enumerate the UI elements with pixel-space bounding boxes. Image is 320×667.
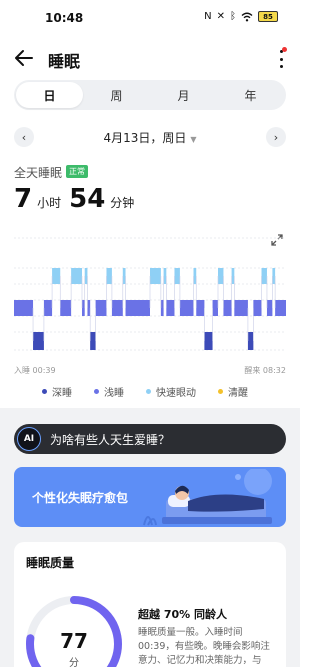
sleep-score-value: 77 [60, 629, 88, 653]
sleep-stage-segment-rem [122, 268, 126, 284]
sleep-start-time: 入睡 00:39 [14, 366, 56, 375]
caret-down-icon: ▼ [190, 135, 197, 144]
status-icons: N ✕ ᛒ 85 [204, 11, 278, 22]
total-sleep-label: 全天睡眠 [14, 166, 63, 180]
sleep-stage-segment-light [87, 300, 91, 316]
sleep-stage-segment-rem [174, 268, 180, 284]
banner-title: 个性化失眠疗愈包 [32, 491, 129, 505]
peer-comparison: 超越 70% 同龄人 [138, 608, 227, 621]
legend-rem-dot [146, 389, 151, 394]
sleep-stage-segment-light [111, 300, 123, 316]
sleep-stage-segment-rem [106, 268, 112, 284]
date-picker[interactable]: 4月13日，周日 ▼ [0, 129, 300, 146]
duration-hours: 7 [14, 184, 33, 214]
legend-deep-dot [42, 389, 47, 394]
sleep-stage-segment-rem [218, 268, 224, 284]
next-day-button[interactable]: › [266, 127, 286, 147]
status-badge: 正常 [66, 165, 88, 178]
ai-question-text: 为啥有些人天生爱睡？ [50, 432, 171, 447]
sleep-stage-segment-light [125, 300, 150, 316]
chart-legend: 深睡 浅睡 快速眼动 清醒 [42, 384, 282, 399]
sleep-score-unit: 分 [69, 658, 79, 667]
legend-awake-dot [218, 389, 223, 394]
sleep-stage-segment-deep [247, 332, 254, 350]
sleep-stage-segment-light [60, 300, 72, 316]
tab-month[interactable]: 月 [150, 82, 217, 108]
legend-awake-label: 清醒 [228, 388, 248, 399]
period-tabs: 日 周 月 年 [14, 80, 286, 110]
sleep-stage-segment-rem [150, 268, 161, 284]
tab-week[interactable]: 周 [83, 82, 150, 108]
sleep-stage-segment-light [82, 300, 85, 316]
chevron-right-icon: › [273, 130, 279, 144]
sleep-stage-segment-rem [272, 268, 276, 284]
sleep-stage-segment-light [95, 300, 107, 316]
app-bar: 睡眠 [0, 42, 300, 76]
chart-time-axis: 入睡 00:39 醒来 08:32 [14, 365, 286, 377]
tab-year[interactable]: 年 [217, 82, 284, 108]
status-bar: 10:48 N ✕ ᛒ 85 [0, 0, 300, 36]
ai-question-card[interactable]: AI 为啥有些人天生爱睡？ [14, 424, 286, 454]
sleep-stage-segment-light [179, 300, 194, 316]
sleep-stage-segment-deep [33, 332, 44, 350]
sleep-stage-segment-deep [90, 332, 96, 350]
sleep-stage-segment-rem [71, 268, 82, 284]
sleep-stage-chart [14, 237, 286, 351]
duration-hours-unit: 小时 [37, 196, 62, 210]
sleep-stage-segment-light [43, 300, 53, 316]
sleep-quality-card[interactable]: 睡眠质量 77 分 超越 70% 同龄人 睡眠质量一般。入睡时间 00:39，有… [14, 542, 286, 667]
bluetooth-icon: ᛒ [230, 11, 236, 22]
notification-dot [282, 47, 287, 52]
sleep-stage-segment-light [166, 300, 175, 316]
legend-rem: 快速眼动 [146, 384, 196, 399]
battery-icon: 85 [258, 11, 278, 22]
sleep-quality-description: 睡眠质量一般。入睡时间 00:39，有些晚。晚睡会影响注意力、记忆力和决策能力，… [138, 627, 270, 666]
legend-deep-label: 深睡 [52, 388, 72, 399]
sleep-stage-segment-light [253, 300, 262, 316]
sleep-stage-segment-rem [52, 268, 61, 284]
legend-light: 浅睡 [94, 384, 124, 399]
ai-assistant-icon: AI [17, 427, 41, 451]
nfc-icon: N [204, 11, 212, 22]
back-arrow-icon[interactable] [12, 46, 36, 70]
duration-minutes-unit: 分钟 [110, 196, 135, 210]
date-navigation: ‹ 4月13日，周日 ▼ › [0, 124, 300, 150]
sleep-stage-segment-light [275, 300, 286, 316]
legend-rem-label: 快速眼动 [156, 388, 196, 399]
legend-light-dot [94, 389, 99, 394]
duration-minutes: 54 [69, 184, 106, 214]
mute-icon: ✕ [216, 11, 225, 22]
sleep-stage-segment-light [212, 300, 218, 316]
wake-time: 醒来 08:32 [244, 366, 286, 375]
sleep-stage-segment-rem [261, 268, 267, 284]
legend-light-label: 浅睡 [104, 388, 124, 399]
sleep-stage-segment-light [223, 300, 232, 316]
sleep-stage-segment-light [160, 300, 164, 316]
status-time: 10:48 [45, 11, 84, 25]
sleep-stage-segment-light [196, 300, 205, 316]
sleep-quality-title: 睡眠质量 [26, 556, 75, 570]
sleep-stage-segment-light [14, 300, 34, 316]
sleep-stage-segment-light [234, 300, 248, 316]
legend-awake: 清醒 [218, 384, 248, 399]
sleep-stage-segment-deep [204, 332, 213, 350]
tab-day[interactable]: 日 [16, 82, 83, 108]
insomnia-therapy-banner[interactable]: 个性化失眠疗愈包 [14, 467, 286, 527]
current-date: 4月13日，周日 [103, 131, 187, 145]
legend-deep: 深睡 [42, 384, 72, 399]
sleep-stage-segment-rem [84, 268, 88, 284]
page-title: 睡眠 [48, 52, 81, 71]
sleep-stage-segment-light [266, 300, 273, 316]
wifi-icon [241, 12, 253, 21]
sleep-stage-segment-rem [193, 268, 197, 284]
sleep-stage-segment-rem [231, 268, 235, 284]
sleeping-person-illustration [143, 469, 272, 526]
sleep-duration: 7 小时 54 分钟 [14, 184, 142, 214]
sleep-stage-segment-rem [163, 268, 167, 284]
more-options-icon[interactable] [278, 50, 284, 68]
